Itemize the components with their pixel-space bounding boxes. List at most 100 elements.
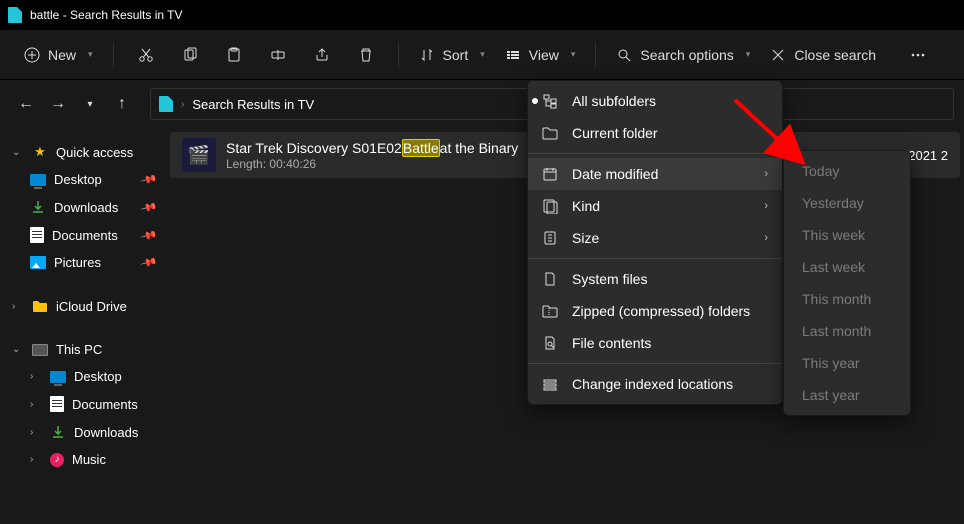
documents-icon: [30, 227, 44, 243]
sidebar-this-pc[interactable]: ⌄ This PC: [0, 336, 166, 363]
submenu-this-year[interactable]: This year: [784, 347, 910, 379]
close-icon: [770, 47, 786, 63]
title-bar: battle - Search Results in TV: [0, 0, 964, 30]
sidebar-label: Downloads: [74, 425, 138, 440]
submenu-last-year[interactable]: Last year: [784, 379, 910, 411]
submenu-last-month[interactable]: Last month: [784, 315, 910, 347]
menu-label: Size: [572, 230, 599, 246]
menu-all-subfolders[interactable]: All subfolders: [528, 85, 782, 117]
submenu-this-month[interactable]: This month: [784, 283, 910, 315]
forward-button[interactable]: →: [42, 88, 74, 120]
sidebar-label: Downloads: [54, 200, 118, 215]
search-options-menu: All subfolders Current folder Date modif…: [527, 80, 783, 405]
submenu-this-week[interactable]: This week: [784, 219, 910, 251]
chevron-down-icon: ⌄: [12, 344, 24, 355]
sidebar-label: Documents: [52, 228, 118, 243]
sidebar-documents[interactable]: Documents 📌: [0, 221, 166, 249]
cut-button[interactable]: [124, 41, 168, 69]
menu-zipped[interactable]: Zipped (compressed) folders: [528, 295, 782, 327]
sidebar-label: iCloud Drive: [56, 299, 127, 314]
rename-button[interactable]: [256, 41, 300, 69]
sidebar-music[interactable]: › ♪ Music: [0, 446, 166, 473]
menu-date-modified[interactable]: Date modified ›: [528, 158, 782, 190]
delete-button[interactable]: [344, 41, 388, 69]
sidebar-label: Desktop: [74, 369, 122, 384]
chevron-down-icon: ⌄: [12, 147, 24, 158]
nav-dropdown[interactable]: ▾: [74, 88, 106, 120]
app-icon: [8, 7, 22, 23]
chevron-down-icon: ▾: [88, 49, 93, 60]
menu-separator: [528, 258, 782, 259]
menu-label: Current folder: [572, 125, 658, 141]
search-highlight: Battle: [402, 139, 440, 157]
menu-current-folder[interactable]: Current folder: [528, 117, 782, 149]
zip-icon: [542, 303, 558, 319]
menu-system-files[interactable]: System files: [528, 263, 782, 295]
sidebar-desktop[interactable]: Desktop 📌: [0, 166, 166, 193]
length-label: Length:: [226, 157, 266, 171]
subfolders-icon: [542, 93, 558, 109]
submenu-last-week[interactable]: Last week: [784, 251, 910, 283]
chevron-right-icon: ›: [764, 168, 768, 180]
desktop-icon: [30, 174, 46, 186]
folder-icon: [542, 125, 558, 141]
menu-label: File contents: [572, 335, 651, 351]
sidebar-quick-access[interactable]: ⌄ ★ Quick access: [0, 138, 166, 166]
menu-kind[interactable]: Kind ›: [528, 190, 782, 222]
calendar-icon: [542, 166, 558, 182]
search-options-label: Search options: [640, 47, 733, 63]
kind-icon: [542, 198, 558, 214]
nav-bar: ← → ▾ ↑ › Search Results in TV: [0, 80, 964, 128]
sidebar-downloads[interactable]: Downloads 📌: [0, 193, 166, 221]
paste-button[interactable]: [212, 41, 256, 69]
separator: [398, 43, 399, 67]
view-button[interactable]: View ▾: [495, 41, 586, 69]
menu-file-contents[interactable]: File contents: [528, 327, 782, 359]
copy-button[interactable]: [168, 41, 212, 69]
toolbar: New ▾ Sort ▾ View ▾ Search options ▾ Clo…: [0, 30, 964, 80]
title-suffix: at the Binary: [440, 140, 519, 156]
sidebar-label: This PC: [56, 342, 102, 357]
chevron-right-icon: ›: [30, 427, 42, 438]
menu-label: All subfolders: [572, 93, 656, 109]
sidebar-desktop-pc[interactable]: › Desktop: [0, 363, 166, 390]
submenu-today[interactable]: Today: [784, 155, 910, 187]
more-button[interactable]: [896, 41, 940, 69]
close-search-label: Close search: [794, 47, 876, 63]
sidebar-label: Desktop: [54, 172, 102, 187]
index-icon: [542, 376, 558, 392]
search-options-button[interactable]: Search options ▾: [606, 41, 760, 69]
desktop-icon: [50, 371, 66, 383]
new-button[interactable]: New ▾: [14, 41, 103, 69]
chevron-right-icon: ›: [30, 371, 42, 382]
sidebar-label: Documents: [72, 397, 138, 412]
close-search-button[interactable]: Close search: [760, 41, 886, 69]
share-button[interactable]: [300, 41, 344, 69]
sidebar-downloads-pc[interactable]: › Downloads: [0, 418, 166, 446]
chevron-right-icon: ›: [764, 232, 768, 244]
menu-change-indexed[interactable]: Change indexed locations: [528, 368, 782, 400]
title-prefix: Star Trek Discovery S01E02: [226, 140, 402, 156]
chevron-right-icon: ›: [181, 99, 184, 110]
sidebar-documents-pc[interactable]: › Documents: [0, 390, 166, 418]
back-button[interactable]: ←: [10, 88, 42, 120]
menu-label: Date modified: [572, 166, 658, 182]
separator: [595, 43, 596, 67]
submenu-yesterday[interactable]: Yesterday: [784, 187, 910, 219]
search-icon: [616, 47, 632, 63]
menu-label: Zipped (compressed) folders: [572, 303, 750, 319]
sidebar-pictures[interactable]: Pictures 📌: [0, 249, 166, 276]
pc-icon: [32, 344, 48, 356]
menu-separator: [528, 363, 782, 364]
separator: [113, 43, 114, 67]
sort-button[interactable]: Sort ▾: [409, 41, 495, 69]
up-button[interactable]: ↑: [106, 88, 138, 120]
file-icon: [542, 271, 558, 287]
sidebar-label: Music: [72, 452, 106, 467]
length-value: 00:40:26: [269, 157, 316, 171]
sidebar-icloud[interactable]: › iCloud Drive: [0, 292, 166, 320]
menu-size[interactable]: Size ›: [528, 222, 782, 254]
pin-icon: 📌: [140, 198, 158, 216]
star-icon: ★: [32, 144, 48, 160]
documents-icon: [50, 396, 64, 412]
